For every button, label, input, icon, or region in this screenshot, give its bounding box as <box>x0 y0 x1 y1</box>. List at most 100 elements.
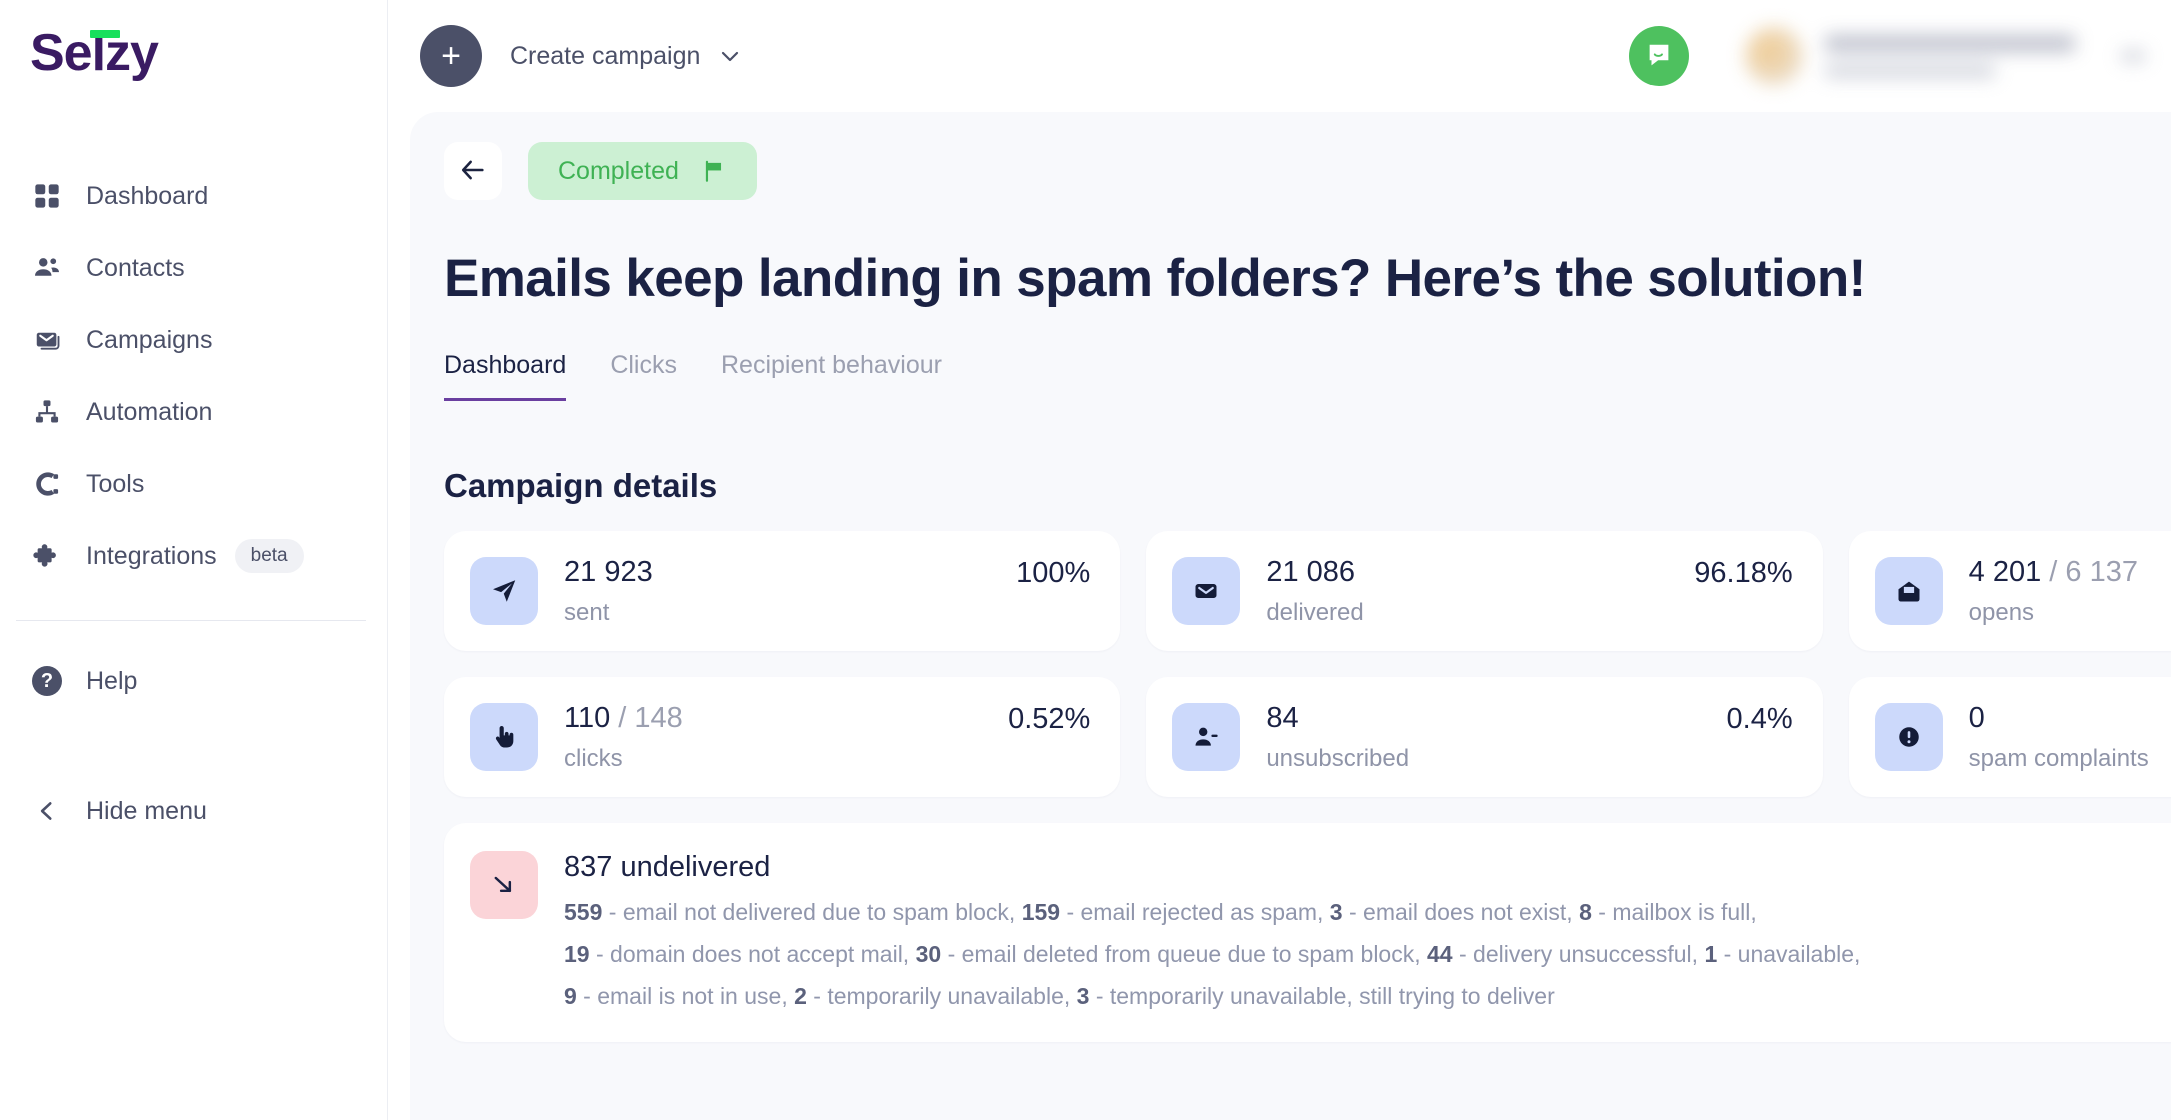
status-label: Completed <box>558 156 679 185</box>
section-title: Campaign details <box>444 467 718 504</box>
tab-clicks[interactable]: Clicks <box>610 351 677 401</box>
sidebar-item-label: Dashboard <box>86 181 209 210</box>
puzzle-icon <box>30 539 64 573</box>
chevron-down-icon <box>718 44 742 68</box>
profile-email-redacted <box>1825 63 1995 78</box>
profile-name-redacted <box>1825 34 2075 52</box>
stat-percent: 96.18% <box>1694 557 1793 589</box>
create-campaign-plus-button[interactable]: + <box>420 25 482 87</box>
app-root: Selzy Dashboard Contacts Campaigns Autom… <box>0 0 2171 1120</box>
beta-badge: beta <box>234 539 304 573</box>
undelivered-body: 837 undelivered 559 - email not delivere… <box>564 851 1860 1010</box>
alert-icon <box>1874 703 1943 771</box>
automation-icon <box>30 395 64 429</box>
stat-label: delivered <box>1266 598 1364 626</box>
sidebar-nav: Dashboard Contacts Campaigns Automation <box>0 160 388 592</box>
chevron-left-icon <box>30 794 64 828</box>
chat-icon <box>1644 40 1674 73</box>
stat-card-body: 110 / 148 clicks <box>564 702 683 773</box>
pointer-icon <box>470 703 538 771</box>
stat-percent: 0.52% <box>1008 703 1091 735</box>
sidebar-divider <box>16 620 366 621</box>
stat-card-body: 0 spam complaints <box>1969 702 2149 773</box>
sidebar-item-campaigns[interactable]: Campaigns <box>0 304 388 376</box>
sidebar-item-tools[interactable]: Tools <box>0 448 388 520</box>
page-title: Emails keep landing in spam folders? Her… <box>444 249 1866 308</box>
hide-menu-label: Hide menu <box>86 796 207 825</box>
sidebar-footer: ? Help Hide menu <box>0 645 388 847</box>
undelivered-line: 559 - email not delivered due to spam bl… <box>564 899 1757 925</box>
stat-card-clicks[interactable]: 110 / 148 clicks 0.52% <box>444 677 1121 797</box>
tools-icon <box>30 467 64 501</box>
stat-card-opens[interactable]: 4 201 / 6 137 opens 19.92% <box>1848 531 2171 651</box>
sidebar-item-label: Tools <box>86 469 145 498</box>
stat-percent: 0.4% <box>1726 703 1793 735</box>
undelivered-title: 837 undelivered <box>564 851 771 883</box>
stat-value: 84 <box>1266 701 1299 734</box>
envelope-icon <box>30 323 64 357</box>
create-campaign-label: Create campaign <box>510 41 701 70</box>
tab-recipient-behaviour[interactable]: Recipient behaviour <box>721 351 942 401</box>
topbar: + Create campaign <box>388 0 2171 112</box>
undelivered-line: 9 - email is not in use, 2 - temporarily… <box>564 983 1555 1009</box>
paper-plane-icon <box>470 557 538 625</box>
stat-card-body: 84 unsubscribed <box>1266 702 1409 773</box>
panel-header: Completed <box>410 112 2171 202</box>
stat-card-unsubscribed[interactable]: 84 unsubscribed 0.4% <box>1146 677 1823 797</box>
stat-value: 21 923 <box>564 555 653 588</box>
logo-text: Selzy <box>30 24 159 82</box>
envelope-icon <box>1172 557 1241 625</box>
back-button[interactable] <box>444 142 502 200</box>
selzy-logo[interactable]: Selzy <box>30 24 220 82</box>
sidebar-item-automation[interactable]: Automation <box>0 376 388 448</box>
stat-card-body: 21 086 delivered <box>1266 556 1363 627</box>
stat-card-delivered[interactable]: 21 086 delivered 96.18% <box>1146 531 1823 651</box>
topbar-right <box>1629 26 2171 86</box>
sidebar-item-dashboard[interactable]: Dashboard <box>0 160 388 232</box>
sidebar: Selzy Dashboard Contacts Campaigns Autom… <box>0 0 388 1120</box>
avatar <box>1745 27 1803 85</box>
campaign-details-header: Campaign details Download delivery repor… <box>444 467 2171 505</box>
arrow-down-right-icon <box>470 851 538 919</box>
flag-icon <box>701 158 727 184</box>
stat-label: spam complaints <box>1968 744 2149 772</box>
stat-label: sent <box>564 598 610 626</box>
sidebar-item-label: Automation <box>86 397 213 426</box>
status-badge: Completed <box>528 142 757 200</box>
stat-label: opens <box>1968 598 2035 626</box>
stat-card-body: 4 201 / 6 137 opens <box>1969 556 2138 627</box>
stat-value: 21 086 <box>1266 555 1356 588</box>
create-campaign-dropdown[interactable]: Create campaign <box>510 42 742 71</box>
grid-icon <box>30 179 64 213</box>
stat-card-spam-complaints[interactable]: 0 spam complaints 0% <box>1848 677 2171 797</box>
user-minus-icon <box>1172 703 1241 771</box>
question-icon: ? <box>30 664 64 698</box>
profile-text-lines <box>1825 34 2075 78</box>
stat-label: unsubscribed <box>1266 744 1410 772</box>
arrow-left-icon <box>459 156 487 187</box>
sidebar-item-label: Campaigns <box>86 325 213 354</box>
profile-chevron-icon <box>2121 50 2145 62</box>
sidebar-item-contacts[interactable]: Contacts <box>0 232 388 304</box>
chat-support-button[interactable] <box>1629 26 1689 86</box>
tab-dashboard[interactable]: Dashboard <box>444 351 567 401</box>
stat-cards-grid: 21 923 sent 100% 21 086 delivered 96.18% <box>444 531 2171 797</box>
plus-icon: + <box>441 36 461 75</box>
tab-bar: Dashboard Clicks Recipient behaviour <box>444 351 2171 401</box>
sidebar-item-label: Contacts <box>86 253 185 282</box>
contacts-icon <box>30 251 64 285</box>
main-area: + Create campaign Completed Emails keep … <box>388 0 2171 1120</box>
undelivered-panel: 837 undelivered 559 - email not delivere… <box>444 823 2171 1042</box>
content-panel: Completed Emails keep landing in spam fo… <box>410 112 2171 1120</box>
stat-label: clicks <box>564 744 623 772</box>
sidebar-item-label: Help <box>86 666 138 695</box>
user-profile-menu[interactable] <box>1745 27 2145 85</box>
hide-menu-button[interactable]: Hide menu <box>0 775 388 847</box>
stat-card-sent[interactable]: 21 923 sent 100% <box>444 531 1121 651</box>
sidebar-item-integrations[interactable]: Integrations beta <box>0 520 388 592</box>
sidebar-item-label: Integrations <box>86 541 217 570</box>
stat-value: 0 <box>1968 701 1985 734</box>
stat-value: 4 201 / 6 137 <box>1968 555 2138 588</box>
logo-macron-accent <box>90 30 120 38</box>
sidebar-item-help[interactable]: ? Help <box>0 645 388 717</box>
